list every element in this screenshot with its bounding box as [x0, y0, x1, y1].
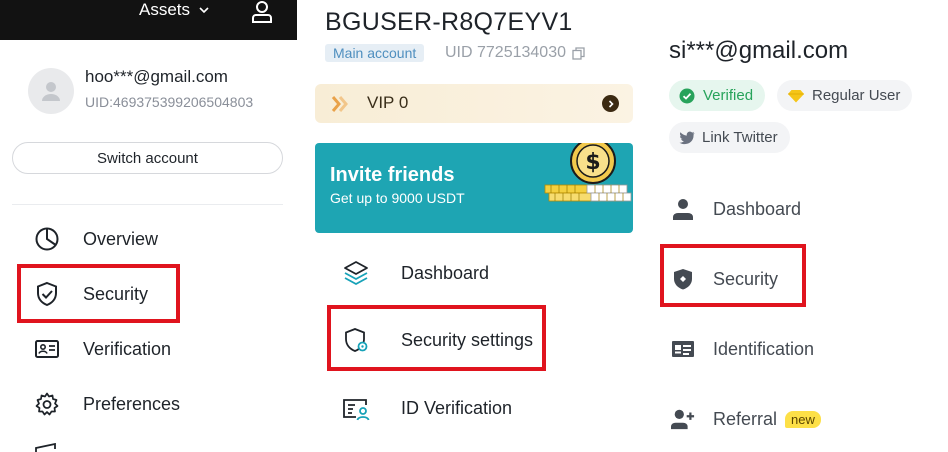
- nav-item-label: Dashboard: [713, 198, 802, 219]
- pie-chart-icon: [33, 225, 61, 253]
- verified-label: Verified: [703, 87, 754, 104]
- copy-icon[interactable]: [572, 46, 585, 60]
- user-icon[interactable]: [250, 0, 274, 24]
- top-bar: Assets: [0, 0, 297, 40]
- nav-item-label: Overview: [83, 228, 159, 249]
- highlight-box: [660, 244, 806, 307]
- diamond-icon: [788, 89, 804, 102]
- uid-text: UID 7725134030: [445, 44, 566, 61]
- check-circle-icon: [679, 88, 695, 103]
- nav-item-id-verification[interactable]: ID Verification: [341, 393, 512, 423]
- gear-icon: [33, 390, 61, 418]
- assets-menu[interactable]: Assets: [139, 0, 210, 20]
- person-icon: [671, 197, 695, 221]
- link-twitter-button[interactable]: Link Twitter: [669, 122, 790, 153]
- id-card-icon: [671, 337, 695, 361]
- nav-item-referral[interactable]: Referral new: [671, 407, 821, 431]
- panel-account-menu-1: Assets hoo***@gmail.com UID:469375399206…: [0, 0, 297, 452]
- link-twitter-label: Link Twitter: [702, 129, 778, 146]
- uid-row: UID 7725134030: [445, 44, 585, 62]
- account-uid: UID:469375399206504803: [85, 94, 254, 110]
- nav-item-label: Identification: [713, 338, 815, 359]
- avatar: [28, 68, 74, 114]
- divider: [12, 204, 283, 205]
- nav-item-label: Referral: [713, 408, 778, 429]
- verified-badge: Verified: [669, 80, 766, 111]
- panel-account-menu-3: si***@gmail.com Verified Regular User Li…: [657, 0, 948, 452]
- switch-account-button[interactable]: Switch account: [12, 142, 283, 174]
- chevron-down-icon: [199, 7, 209, 14]
- coin-stack-icon: $: [544, 143, 632, 202]
- layers-icon: [341, 258, 371, 288]
- main-account-badge: Main account: [325, 44, 425, 62]
- nav-item-preferences[interactable]: Preferences: [33, 390, 180, 418]
- nav-item-label: Dashboard: [401, 262, 490, 283]
- nav-item-label: Verification: [83, 338, 172, 359]
- vip-banner[interactable]: VIP 0: [315, 84, 633, 123]
- vip-arrows-icon: [331, 96, 348, 112]
- panel-account-menu-2: BGUSER-R8Q7EYV1 Main account UID 7725134…: [297, 0, 657, 452]
- nav-item-dashboard[interactable]: Dashboard: [341, 258, 489, 288]
- account-email: hoo***@gmail.com: [85, 67, 228, 86]
- invite-friends-banner[interactable]: Invite friends Get up to 9000 USDT $: [315, 143, 633, 233]
- vip-label: VIP 0: [367, 93, 409, 112]
- nav-item-label: ID Verification: [401, 397, 513, 418]
- regular-user-badge: Regular User: [777, 80, 913, 111]
- nav-item-verification[interactable]: Verification: [33, 335, 171, 363]
- id-person-icon: [341, 393, 371, 423]
- invite-subtitle: Get up to 9000 USDT: [330, 190, 465, 206]
- assets-label: Assets: [139, 0, 191, 19]
- id-card-icon: [33, 335, 61, 363]
- username: BGUSER-R8Q7EYV1: [325, 8, 573, 36]
- chevron-right-icon: [602, 95, 619, 112]
- highlight-box: [327, 305, 546, 371]
- regular-user-label: Regular User: [812, 87, 901, 104]
- account-email: si***@gmail.com: [669, 37, 849, 64]
- nav-item-overview[interactable]: Overview: [33, 225, 158, 253]
- highlight-box: [17, 264, 180, 323]
- nav-item-label: Preferences: [83, 393, 181, 414]
- wallet-icon: [35, 443, 56, 452]
- avatar-person-icon: [42, 82, 60, 101]
- svg-text:$: $: [585, 150, 600, 175]
- nav-item-dashboard[interactable]: Dashboard: [671, 197, 801, 221]
- twitter-icon: [679, 131, 695, 144]
- invite-title: Invite friends: [330, 164, 455, 186]
- new-badge: new: [785, 410, 821, 428]
- add-user-icon: [671, 407, 695, 431]
- nav-item-identification[interactable]: Identification: [671, 337, 814, 361]
